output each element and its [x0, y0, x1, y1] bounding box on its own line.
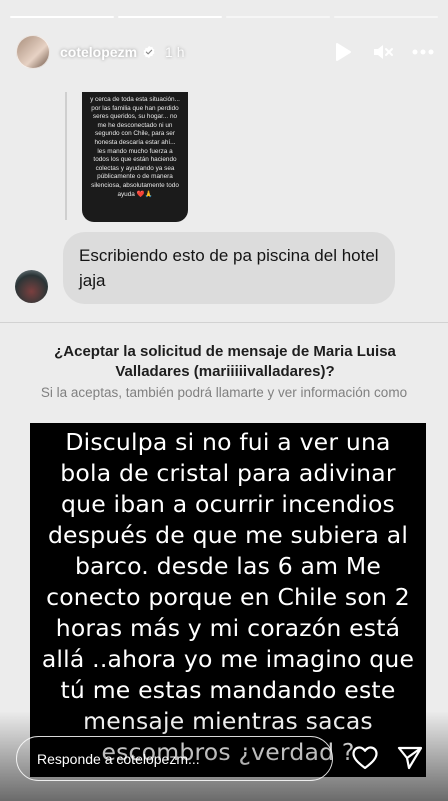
profile-avatar[interactable]	[16, 35, 50, 69]
story-header: cotelopezm 1 h	[16, 34, 434, 70]
shared-story-thumbnail[interactable]: y cerca de toda esta situación... por la…	[82, 92, 188, 222]
post-time: 1 h	[165, 44, 185, 60]
progress-segment	[334, 16, 438, 18]
story-progress	[10, 16, 438, 18]
message-request-subtitle: Si la aceptas, también podrá llamarte y …	[40, 385, 408, 400]
reply-placeholder: Responde a cotelopezm...	[37, 750, 200, 767]
username[interactable]: cotelopezm	[60, 44, 137, 60]
thumbnail-text: y cerca de toda esta situación... por la…	[90, 96, 180, 198]
heart-icon[interactable]	[351, 744, 379, 772]
message-text: Escribiendo esto de pa piscina del hotel…	[79, 246, 379, 290]
sender-avatar	[15, 270, 48, 303]
story-view: y cerca de toda esta situación... por la…	[0, 0, 448, 801]
play-icon[interactable]	[332, 41, 354, 63]
progress-segment	[226, 16, 330, 18]
message-request-title: ¿Aceptar la solicitud de mensaje de Mari…	[54, 343, 396, 380]
message-bubble: Escribiendo esto de pa piscina del hotel…	[63, 232, 395, 304]
progress-segment	[10, 16, 114, 18]
mute-icon[interactable]	[372, 41, 394, 63]
reply-input[interactable]: Responde a cotelopezm...	[16, 736, 333, 781]
reply-thread-line	[65, 92, 67, 220]
progress-segment	[118, 16, 222, 18]
more-icon[interactable]	[412, 41, 434, 63]
verified-badge-icon	[143, 45, 155, 59]
send-icon[interactable]	[396, 744, 424, 772]
divider	[0, 322, 448, 323]
